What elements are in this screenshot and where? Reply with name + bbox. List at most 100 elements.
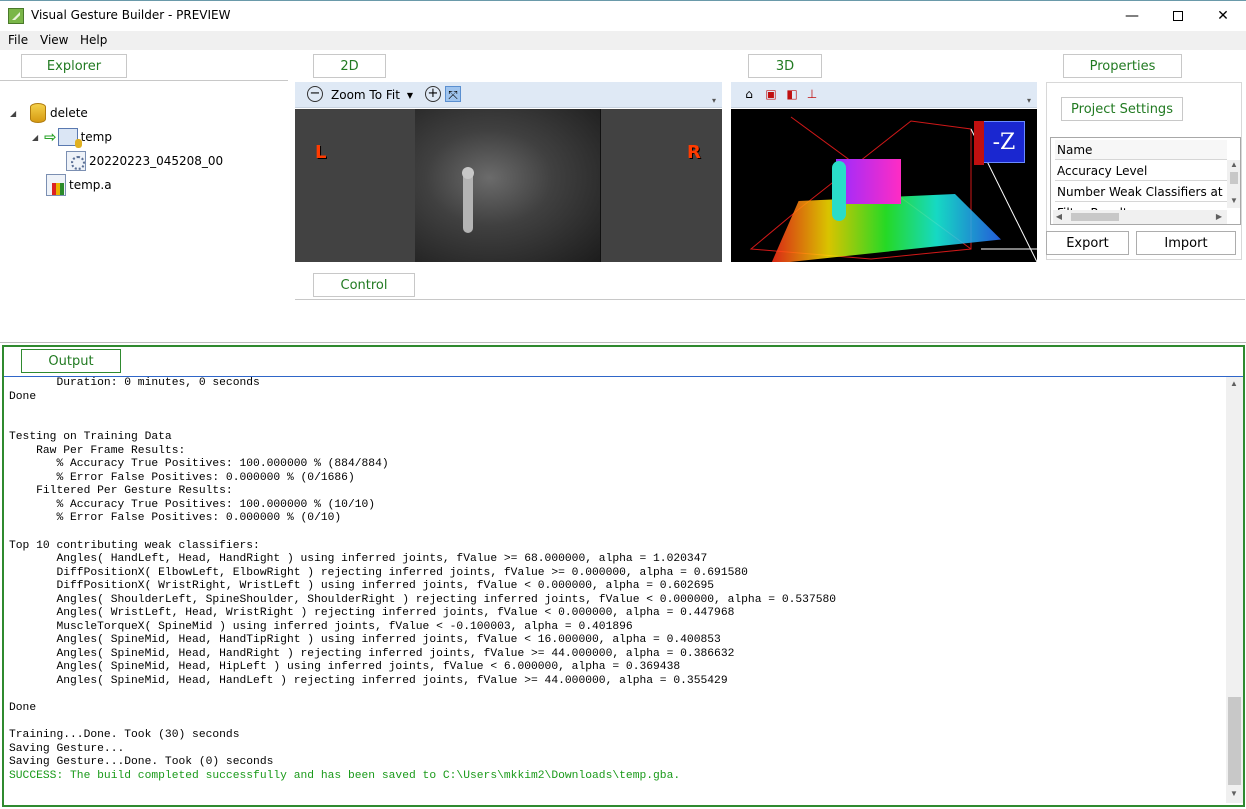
collapse-icon[interactable]: ◢ [32,133,38,142]
minimize-button[interactable]: — [1109,1,1155,31]
camera-front-icon[interactable]: ▣ [763,86,779,102]
tree-item-temp-a[interactable]: temp.a [46,174,112,196]
close-button[interactable]: ✕ [1200,1,1246,31]
output-line: Testing on Training Data [9,431,172,444]
tree-item-label: temp.a [69,178,112,192]
properties-pane-tab[interactable]: Properties [1063,54,1182,78]
maximize-icon [1173,11,1183,21]
control-divider [295,299,1245,300]
camera-top-icon[interactable]: ⊥ [804,86,820,102]
output-line: Saving Gesture... [9,742,125,755]
3d-toolbar: ⌂ ▣ ◧ ⊥ ▾ [731,82,1037,108]
scroll-up-icon[interactable]: ▲ [1228,160,1240,169]
zoom-out-icon[interactable]: − [307,86,323,102]
output-log: Duration: 0 minutes, 0 seconds Done Testin… [9,377,1219,797]
grid-header-name[interactable]: Name [1055,140,1227,160]
cube-axis-label: -Z [992,129,1016,155]
2d-depth-view[interactable]: L R [295,109,722,262]
output-line: Angles( SpineMid, Head, HandLeft ) rejec… [9,675,728,688]
output-line: DiffPositionX( ElbowLeft, ElbowRight ) r… [9,566,748,579]
home-view-icon[interactable]: ⌂ [741,86,757,102]
output-line: MuscleTorqueX( SpineMid ) using inferred… [9,620,633,633]
output-line: Done [9,702,37,715]
explorer-pane-tab[interactable]: Explorer [21,54,127,78]
menu-view[interactable]: View [40,33,68,47]
explorer-tree: ◢ delete ◢ ⇨ temp 20220223_045208_00 tem… [8,100,278,210]
output-line: Done [9,390,37,403]
export-button[interactable]: Export [1046,231,1129,255]
explorer-divider [0,80,288,81]
menu-help[interactable]: Help [80,33,107,47]
output-lines: Duration: 0 minutes, 0 seconds Done Testin… [9,377,1219,770]
project-settings-tab[interactable]: Project Settings [1061,97,1183,121]
output-line: Angles( SpineMid, Head, HandTipRight ) u… [9,634,721,647]
output-pane-tab[interactable]: Output [21,349,121,373]
project-icon [57,128,82,148]
maximize-button[interactable] [1155,1,1201,31]
pane-splitter[interactable] [0,342,1246,343]
left-side-marker: L [315,142,327,163]
output-success-line: SUCCESS: The build completed successfull… [9,769,681,782]
output-vertical-scrollbar[interactable]: ▲ ▼ [1226,377,1243,803]
grid-row-accuracy-level[interactable]: Accuracy Level [1055,161,1227,181]
grid-horizontal-scrollbar[interactable]: ◀ ▶ [1053,210,1227,224]
scroll-up-icon[interactable]: ▲ [1228,379,1240,388]
zoom-to-fit-label[interactable]: Zoom To Fit [331,88,400,102]
tree-item-label: temp [80,130,112,144]
scroll-down-icon[interactable]: ▼ [1228,196,1240,205]
grid-vertical-scrollbar[interactable]: ▲ ▼ [1227,160,1240,208]
scroll-down-icon[interactable]: ▼ [1228,789,1240,798]
tree-item-clip[interactable]: 20220223_045208_00 [66,151,223,171]
tree-item-label: 20220223_045208_00 [89,154,224,168]
clip-file-icon [66,151,86,171]
scroll-thumb[interactable] [1071,213,1119,221]
fit-view-icon[interactable]: ⤧ [445,86,461,102]
tree-item-label: delete [50,106,88,120]
output-line: DiffPositionX( WristRight, WristLeft ) u… [9,580,715,593]
view-boundary-line [600,109,601,262]
output-line: Angles( HandLeft, Head, HandRight ) usin… [9,553,708,566]
output-line: % Error False Positives: 0.000000 % (0/1… [9,512,342,525]
app-icon [8,8,24,24]
depth-image [415,109,601,262]
minimize-icon: — [1125,8,1139,24]
scroll-thumb[interactable] [1230,172,1238,184]
menu-file[interactable]: File [8,33,28,47]
collapse-icon[interactable]: ◢ [10,109,16,118]
output-line: % Error False Positives: 0.000000 % (0/1… [9,471,355,484]
3d-pane-tab[interactable]: 3D [748,54,822,78]
output-line: % Accuracy True Positives: 100.000000 % … [9,458,389,471]
zoom-in-icon[interactable]: + [425,86,441,102]
orientation-cube[interactable]: -Z [974,121,1025,165]
tree-item-temp[interactable]: ◢ ⇨ temp [30,127,112,148]
zoom-dropdown-icon[interactable]: ▼ [402,88,418,104]
scroll-thumb[interactable] [1228,697,1241,785]
title-bar: Visual Gesture Builder - PREVIEW — ✕ [0,0,1246,31]
import-button[interactable]: Import [1136,231,1236,255]
build-output-icon [46,174,66,196]
menu-bar: File View Help [0,31,1246,50]
tree-item-delete[interactable]: ◢ delete [8,103,88,123]
output-line: Angles( SpineMid, Head, HandRight ) reje… [9,647,735,660]
grid-row-weak-classifiers[interactable]: Number Weak Classifiers at Ru [1055,182,1227,202]
scroll-right-icon[interactable]: ▶ [1213,212,1225,221]
camera-side-icon[interactable]: ◧ [784,86,800,102]
window-title: Visual Gesture Builder - PREVIEW [31,8,231,22]
settings-grid: Name Accuracy Level Number Weak Classifi… [1050,137,1241,225]
2d-pane-tab[interactable]: 2D [313,54,386,78]
output-line: Angles( SpineMid, Head, HipLeft ) using … [9,661,681,674]
toolbar-overflow-icon[interactable]: ▾ [1027,96,1031,105]
scroll-left-icon[interactable]: ◀ [1053,212,1065,221]
output-line: Saving Gesture...Done. Took (0) seconds [9,756,274,769]
control-pane-tab[interactable]: Control [313,273,415,297]
toolbar-overflow-icon[interactable]: ▾ [712,96,716,105]
body-point-cloud [832,161,846,221]
active-arrow-icon: ⇨ [44,128,57,146]
output-line: Angles( ShoulderLeft, SpineShoulder, Sho… [9,593,837,606]
3d-point-cloud-view[interactable]: -Z [731,109,1037,262]
